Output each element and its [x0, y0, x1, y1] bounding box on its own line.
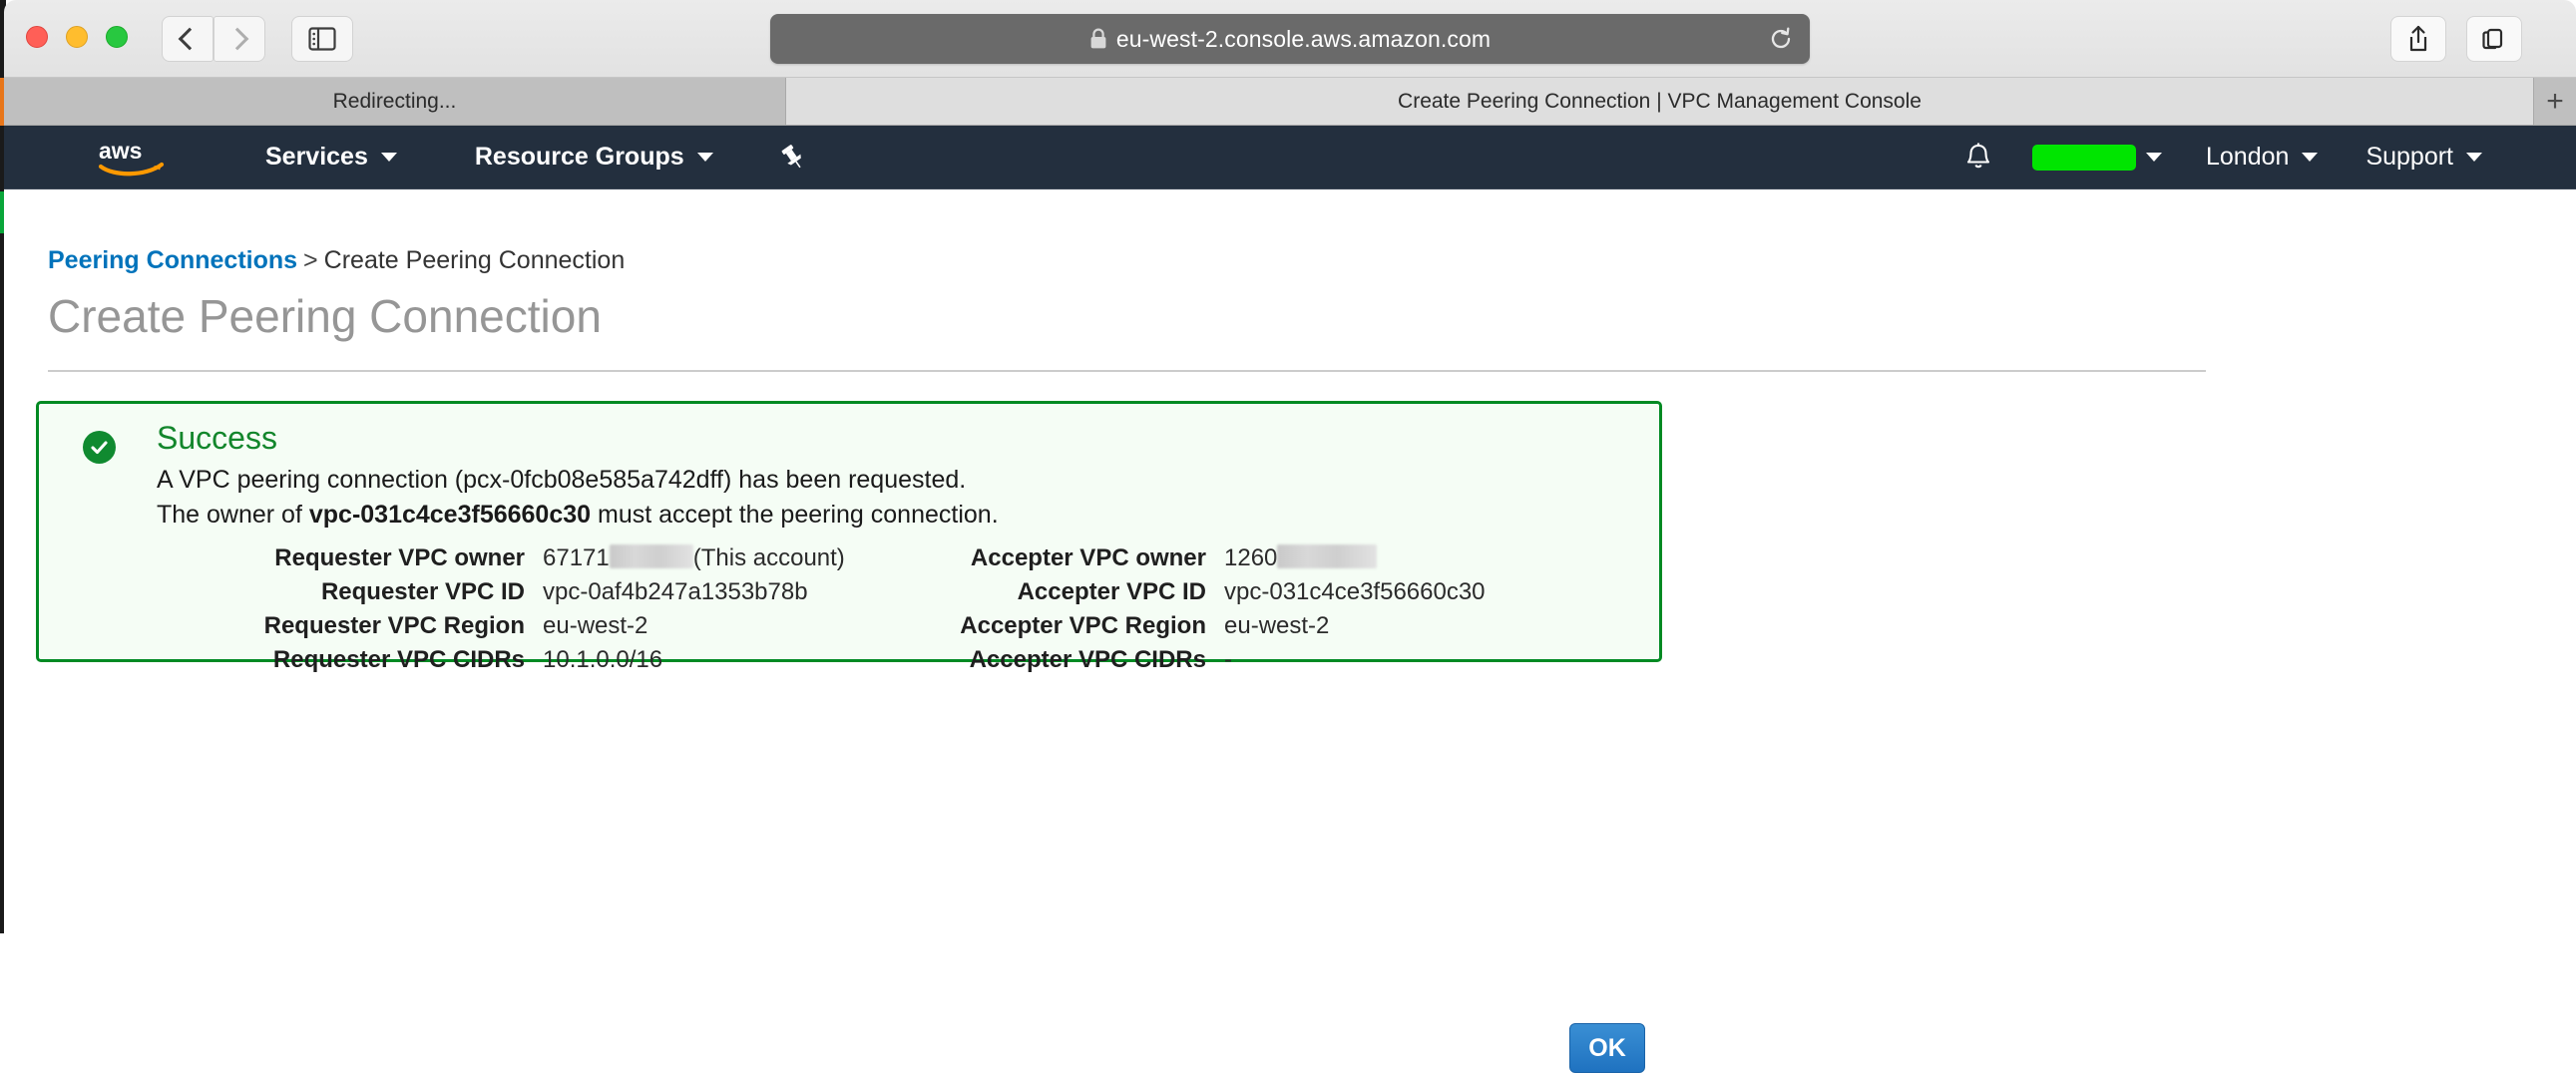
- detail-label-accepter-vpc-owner: Accepter VPC owner: [970, 544, 1206, 571]
- address-bar[interactable]: eu-west-2.console.aws.amazon.com: [770, 14, 1810, 64]
- address-bar-text: eu-west-2.console.aws.amazon.com: [1089, 26, 1491, 53]
- detail-label-accepter-vpc-id: Accepter VPC ID: [1017, 578, 1206, 605]
- account-name-redaction: [2032, 144, 2136, 171]
- chevron-down-icon: [2146, 153, 2162, 162]
- accepter-owner-prefix: 1260: [1224, 544, 1278, 571]
- tab-bar: Redirecting... Create Peering Connection…: [4, 78, 2576, 126]
- bell-icon: [1966, 143, 1990, 168]
- checkmark-icon: [91, 441, 108, 455]
- browser-toolbar: eu-west-2.console.aws.amazon.com: [4, 0, 2576, 78]
- window-close-button[interactable]: [26, 26, 48, 48]
- window-zoom-button[interactable]: [106, 26, 128, 48]
- svg-text:aws: aws: [99, 138, 142, 164]
- reload-button[interactable]: [1766, 24, 1796, 54]
- requester-owner-prefix: 67171: [543, 544, 610, 571]
- tab-overview-button[interactable]: [2466, 16, 2522, 62]
- nav-resource-groups[interactable]: Resource Groups: [475, 143, 713, 172]
- success-line2-suffix: must accept the peering connection.: [591, 501, 999, 529]
- browser-tab-create-peering-connection[interactable]: Create Peering Connection | VPC Manageme…: [786, 78, 2534, 125]
- detail-value-requester-vpc-owner: 67171 (This account): [525, 541, 924, 575]
- detail-value-accepter-vpc-cidrs: -: [1224, 646, 1232, 673]
- breadcrumb-separator: >: [303, 246, 318, 274]
- nav-resource-groups-label: Resource Groups: [474, 143, 684, 171]
- share-button[interactable]: [2390, 16, 2446, 62]
- success-line2-prefix: The owner of: [157, 501, 309, 529]
- detail-label-accepter-vpc-cidrs: Accepter VPC CIDRs: [969, 646, 1206, 673]
- success-message-line-2: The owner of vpc-031c4ce3f56660c30 must …: [157, 501, 999, 530]
- success-message-line-1: A VPC peering connection (pcx-0fcb08e585…: [157, 466, 967, 494]
- share-icon: [2409, 25, 2427, 52]
- accepter-owner-redaction: [1277, 544, 1378, 568]
- sidebar-toggle-icon: [308, 27, 336, 51]
- plus-icon: +: [2546, 84, 2564, 118]
- ok-button[interactable]: OK: [1569, 1023, 1645, 1073]
- page-title: Create Peering Connection: [48, 290, 602, 342]
- requester-owner-suffix: (This account): [692, 544, 845, 571]
- detail-value-requester-vpc-cidrs: 10.1.0.0/16: [543, 646, 663, 673]
- nav-support-label: Support: [2365, 143, 2453, 171]
- detail-label-requester-vpc-region: Requester VPC Region: [263, 612, 525, 639]
- chevron-left-icon: [178, 27, 202, 51]
- requester-owner-redaction: [609, 544, 693, 568]
- success-title: Success: [157, 420, 277, 456]
- nav-pin-button[interactable]: [775, 140, 811, 176]
- url-string: eu-west-2.console.aws.amazon.com: [1115, 25, 1492, 52]
- detail-label-accepter-vpc-region: Accepter VPC Region: [960, 612, 1206, 639]
- sidebar-toggle-button[interactable]: [291, 16, 353, 62]
- pushpin-icon: [781, 144, 801, 168]
- nav-region-selector[interactable]: London: [2206, 143, 2319, 172]
- detail-label-requester-vpc-id: Requester VPC ID: [320, 578, 525, 605]
- chevron-down-icon: [696, 153, 713, 162]
- nav-services-label: Services: [265, 143, 368, 171]
- nav-account-menu[interactable]: [2032, 144, 2162, 171]
- notifications-button[interactable]: [1956, 136, 2000, 179]
- back-button[interactable]: [162, 16, 214, 62]
- breadcrumb: Peering Connections > Create Peering Conne…: [48, 246, 625, 275]
- breadcrumb-current: Create Peering Connection: [323, 246, 626, 274]
- reload-icon: [1771, 27, 1791, 49]
- window-minimize-button[interactable]: [66, 26, 88, 48]
- breadcrumb-link-peering-connections[interactable]: Peering Connections: [48, 246, 297, 274]
- detail-value-requester-vpc-id: vpc-0af4b247a1353b78b: [543, 578, 808, 605]
- aws-logo[interactable]: aws: [98, 138, 170, 178]
- title-divider: [48, 370, 2206, 372]
- safari-browser-window: eu-west-2.console.aws.amazon.com Redirec…: [4, 0, 2576, 1073]
- nav-services[interactable]: Services: [265, 143, 397, 172]
- nav-right-group: London Support: [1956, 136, 2576, 179]
- nav-support-menu[interactable]: Support: [2365, 143, 2482, 172]
- detail-value-accepter-vpc-id: vpc-031c4ce3f56660c30: [1224, 578, 1486, 605]
- chevron-down-icon: [2466, 153, 2482, 162]
- lock-icon: [1090, 28, 1106, 49]
- forward-button[interactable]: [214, 16, 265, 62]
- aws-logo-icon: aws: [98, 138, 165, 176]
- tab-overview-icon: [2482, 28, 2503, 50]
- page-content: Peering Connections > Create Peering Conne…: [4, 189, 2576, 1073]
- aws-global-navigation: aws Services Resource Groups London Supp…: [4, 126, 2576, 189]
- nav-region-label: London: [2206, 143, 2290, 171]
- success-alert-panel: Success A VPC peering connection (pcx-0f…: [36, 401, 1662, 673]
- chevron-right-icon: [225, 27, 249, 51]
- detail-label-requester-vpc-cidrs: Requester VPC CIDRs: [272, 646, 525, 673]
- detail-value-requester-vpc-region: eu-west-2: [543, 612, 648, 639]
- tab-label: Create Peering Connection | VPC Manageme…: [1398, 89, 1922, 113]
- new-tab-button[interactable]: +: [2534, 78, 2576, 125]
- browser-tab-redirecting[interactable]: Redirecting...: [4, 78, 786, 125]
- chevron-down-icon: [380, 153, 397, 162]
- detail-value-accepter-vpc-region: eu-west-2: [1224, 612, 1330, 639]
- check-circle-icon: [83, 431, 116, 464]
- tab-label: Redirecting...: [332, 89, 457, 113]
- peering-details-grid: Requester VPC owner 67171 (This account) …: [39, 541, 1665, 677]
- detail-label-requester-vpc-owner: Requester VPC owner: [274, 544, 525, 571]
- success-line2-vpc-id: vpc-031c4ce3f56660c30: [308, 501, 592, 529]
- detail-value-accepter-vpc-owner: 1260: [1206, 541, 1665, 575]
- chevron-down-icon: [2302, 153, 2319, 162]
